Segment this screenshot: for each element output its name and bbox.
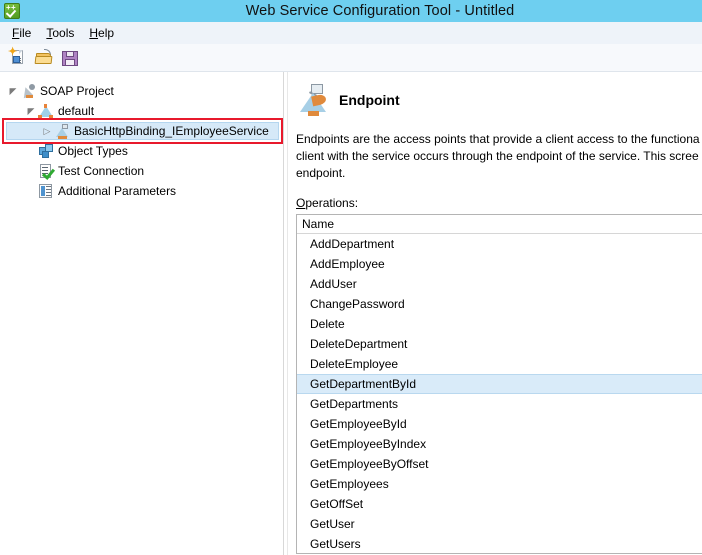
list-item[interactable]: AddUser xyxy=(297,274,702,294)
tree-node-label: default xyxy=(58,104,95,118)
endpoint-detail-pane: Endpoint Endpoints are the access points… xyxy=(288,72,702,555)
menu-help-rest: elp xyxy=(98,25,115,40)
operations-label-rest: perations: xyxy=(305,196,359,210)
object-types-icon xyxy=(38,143,54,159)
page-title: Endpoint xyxy=(339,92,400,108)
tree-node-label: Test Connection xyxy=(58,164,145,178)
operations-label-accel: O xyxy=(296,196,306,210)
list-item[interactable]: GetEmployeeByIndex xyxy=(297,434,702,454)
toolbar: ✦ xyxy=(0,44,702,72)
list-item[interactable]: Delete xyxy=(297,314,702,334)
tree-node-object-types[interactable]: Object Types xyxy=(0,141,283,161)
list-item-selected[interactable]: GetDepartmentById xyxy=(297,374,702,394)
tree-node-label: SOAP Project xyxy=(40,84,114,98)
project-tree[interactable]: ◤ SOAP Project ◤ default ▷ BasicHttpBind… xyxy=(0,72,283,555)
list-item[interactable]: AddDepartment xyxy=(297,234,702,254)
tree-node-label: Object Types xyxy=(58,144,128,158)
tree-node-basichttpbinding-iemployeeservice[interactable]: ▷ BasicHttpBinding_IEmployeeService xyxy=(0,118,283,144)
expander-collapse-icon[interactable]: ◤ xyxy=(6,86,20,96)
open-folder-icon[interactable] xyxy=(33,47,55,69)
list-item[interactable]: GetEmployeeById xyxy=(297,414,702,434)
tree-node-test-connection[interactable]: Test Connection xyxy=(0,161,283,181)
expander-collapse-icon[interactable]: ◤ xyxy=(24,106,38,116)
list-item[interactable]: ChangePassword xyxy=(297,294,702,314)
menu-tools-rest: ools xyxy=(52,25,75,40)
tree-node-label: BasicHttpBinding_IEmployeeService xyxy=(74,124,269,138)
tree-node-additional-parameters[interactable]: Additional Parameters xyxy=(0,181,283,201)
endpoint-large-icon xyxy=(296,83,330,117)
menu-file-rest: ile xyxy=(19,25,32,40)
menu-bar: File Tools Help xyxy=(0,22,702,44)
list-item[interactable]: AddEmployee xyxy=(297,254,702,274)
list-item[interactable]: DeleteEmployee xyxy=(297,354,702,374)
list-item[interactable]: GetUsers xyxy=(297,534,702,553)
list-item[interactable]: GetUser xyxy=(297,514,702,534)
tree-node-label: Additional Parameters xyxy=(58,184,177,198)
test-connection-icon xyxy=(38,163,56,180)
additional-parameters-icon xyxy=(38,183,54,199)
endpoint-description: Endpoints are the access points that pro… xyxy=(296,132,700,180)
list-item[interactable]: GetEmployeeByOffset xyxy=(297,454,702,474)
list-item[interactable]: GetOffSet xyxy=(297,494,702,514)
menu-item-tools[interactable]: Tools xyxy=(40,24,83,42)
list-item[interactable]: GetDepartments xyxy=(297,394,702,414)
list-item[interactable]: DeleteDepartment xyxy=(297,334,702,354)
operations-list[interactable]: Name AddDepartment AddEmployee AddUser C… xyxy=(296,214,702,554)
soap-project-icon xyxy=(20,83,36,99)
menu-help-accel: H xyxy=(89,25,99,40)
expander-expand-icon[interactable]: ▷ xyxy=(40,126,54,136)
window-title: Web Service Configuration Tool - Untitle… xyxy=(245,3,515,19)
binding-default-icon xyxy=(38,103,54,119)
title-bar: + + Web Service Configuration Tool - Unti… xyxy=(0,0,702,22)
menu-item-file[interactable]: File xyxy=(6,24,40,42)
new-document-icon[interactable]: ✦ xyxy=(7,46,29,69)
operations-label: Operations: xyxy=(296,196,702,210)
menu-item-help[interactable]: Help xyxy=(83,24,123,42)
tree-node-soap-project[interactable]: ◤ SOAP Project xyxy=(0,81,283,101)
endpoint-icon xyxy=(54,123,70,139)
list-item[interactable]: GetEmployees xyxy=(297,474,702,494)
floppy-disk-save-icon[interactable] xyxy=(59,47,81,69)
tree-node-default[interactable]: ◤ default xyxy=(0,101,283,121)
detail-header: Endpoint xyxy=(296,83,702,117)
operations-column-header-name[interactable]: Name xyxy=(297,215,702,234)
main-content: ◤ SOAP Project ◤ default ▷ BasicHttpBind… xyxy=(0,72,702,555)
